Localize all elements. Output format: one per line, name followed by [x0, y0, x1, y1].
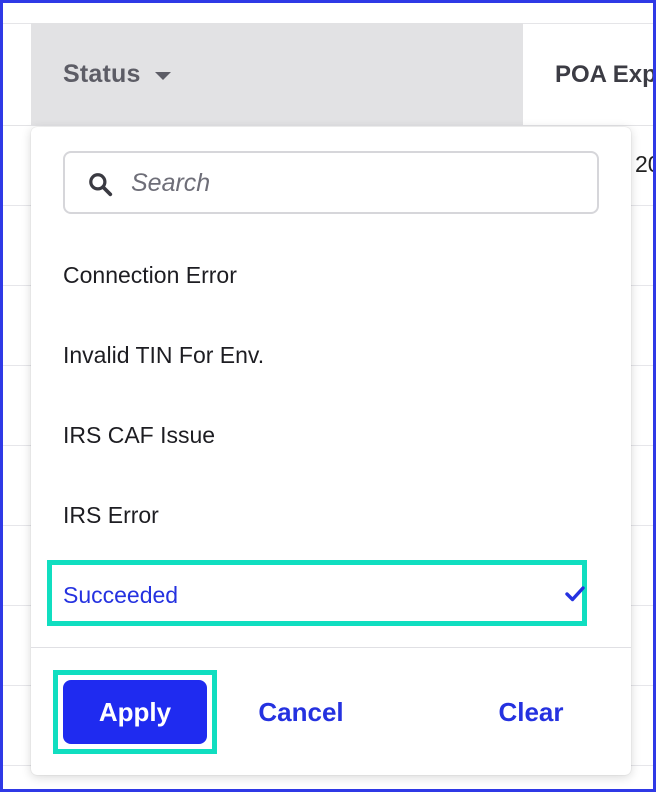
option-invalid-tin[interactable]: Invalid TIN For Env.: [63, 325, 593, 385]
option-connection-error[interactable]: Connection Error: [63, 245, 593, 305]
row-divider: [631, 365, 653, 366]
header-divider: [3, 125, 653, 126]
status-column-label: Status: [63, 59, 141, 88]
check-icon: [565, 586, 585, 602]
option-label: IRS CAF Issue: [63, 421, 216, 448]
option-irs-caf-issue[interactable]: IRS CAF Issue: [63, 405, 593, 465]
table-cell-partial: 20: [635, 151, 653, 177]
row-divider: [631, 525, 653, 526]
row-divider: [631, 685, 653, 686]
row-divider: [3, 765, 31, 766]
search-icon: [89, 173, 113, 197]
poa-expiry-column-label: POA Exp: [555, 60, 656, 88]
footer-divider: [31, 647, 631, 648]
cancel-button[interactable]: Cancel: [253, 680, 349, 744]
option-label: Invalid TIN For Env.: [63, 341, 265, 368]
row-divider: [3, 365, 31, 366]
status-column-header[interactable]: Status: [31, 23, 523, 125]
option-irs-error[interactable]: IRS Error: [63, 485, 593, 545]
status-filter-dropdown: Connection Error Invalid TIN For Env. IR…: [31, 127, 631, 775]
apply-button[interactable]: Apply: [63, 680, 207, 744]
option-label: Succeeded: [63, 581, 179, 608]
screenshot-frame: Status POA Exp 20 Connection Error Inval: [0, 0, 656, 792]
row-divider: [631, 445, 653, 446]
search-input[interactable]: [129, 161, 583, 205]
caret-down-icon: [154, 72, 171, 80]
row-divider: [3, 525, 31, 526]
row-divider: [3, 205, 31, 206]
search-box[interactable]: [63, 151, 599, 214]
row-divider: [3, 445, 31, 446]
option-succeeded[interactable]: Succeeded: [63, 565, 593, 625]
option-label: Connection Error: [63, 261, 237, 288]
poa-expiry-column-header[interactable]: POA Exp: [523, 23, 656, 125]
table-header-spacer: [3, 23, 31, 126]
row-divider: [3, 685, 31, 686]
row-divider: [631, 285, 653, 286]
clear-button[interactable]: Clear: [493, 680, 569, 744]
row-divider: [631, 605, 653, 606]
row-divider: [631, 765, 653, 766]
option-label: IRS Error: [63, 501, 159, 528]
row-divider: [631, 205, 653, 206]
row-divider: [3, 605, 31, 606]
row-divider: [3, 285, 31, 286]
